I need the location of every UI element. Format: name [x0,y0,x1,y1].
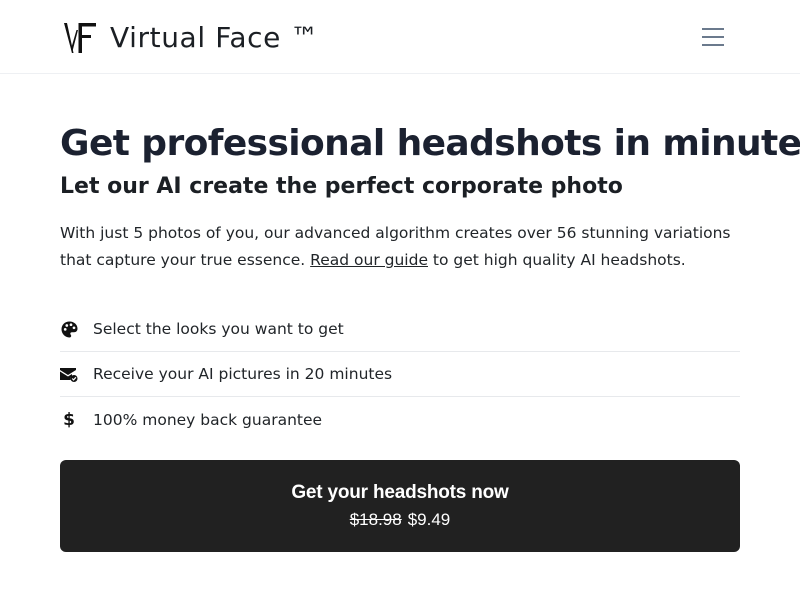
feature-item-guarantee: $ 100% money back guarantee [60,397,740,442]
brand-name: Virtual Face ™ [110,21,320,54]
intro-text-2: to get high quality AI headshots. [432,251,686,269]
feature-list: Select the looks you want to get Receive… [60,307,740,442]
main-content: Get professional headshots in minutes Le… [60,120,800,442]
feature-item-delivery: Receive your AI pictures in 20 minutes [60,352,740,397]
dollar-icon: $ [63,409,75,430]
envelope-check-icon [60,365,78,383]
feature-label: 100% money back guarantee [93,410,323,429]
feature-item-looks: Select the looks you want to get [60,307,740,352]
hamburger-menu-icon [702,28,724,46]
feature-label: Select the looks you want to get [93,320,344,338]
old-price: $18.98 [349,510,402,529]
vf-logo-icon [64,23,96,53]
navbar: Virtual Face ™ [0,0,800,74]
hamburger-menu-button[interactable] [695,22,731,52]
brand-link[interactable]: Virtual Face ™ [62,14,319,62]
page-subtitle: Let our AI create the perfect corporate … [60,174,623,199]
new-price: $9.49 [407,510,451,529]
get-headshots-button[interactable]: Get your headshots now $18.98 $9.49 [60,460,740,552]
read-guide-link[interactable]: Read our guide [310,251,428,269]
palette-icon [60,320,78,338]
cta-price: $18.98 $9.49 [350,508,451,532]
page-title: Get professional headshots in minutes [60,123,800,164]
cta-label: Get your headshots now [291,482,509,503]
feature-label: Receive your AI pictures in 20 minutes [93,365,393,383]
intro-paragraph: With just 5 photos of you, our advanced … [60,220,740,274]
